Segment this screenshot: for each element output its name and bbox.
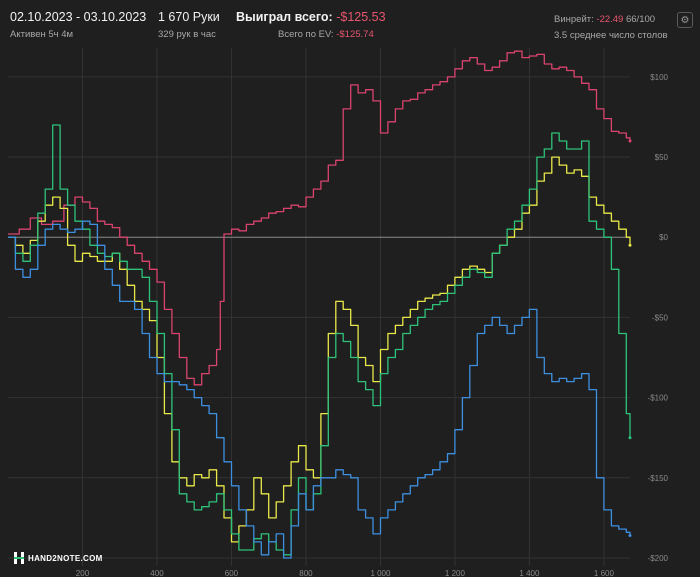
won-value: -$125.53	[336, 10, 386, 24]
y-tick-label: -$150	[648, 474, 669, 483]
x-tick-label: 1 400	[519, 569, 540, 577]
series-line-4	[8, 220, 631, 559]
stats-header: 02.10.2023 - 03.10.2023 Активен 5ч 4м 1 …	[0, 0, 700, 46]
y-tick-label: -$200	[648, 554, 669, 563]
x-tick-label: 600	[225, 569, 239, 577]
hands-block: 1 670 Руки 329 рук в час	[158, 10, 220, 41]
profit-chart: 200 400 600 800 1 000 1 200 1 400 1 600 $100 $50 $…	[8, 48, 669, 577]
series-end-point-1	[628, 139, 632, 143]
winrate-suffix: 66/100	[625, 14, 656, 25]
y-tick-label: $0	[659, 233, 668, 242]
x-tick-label: 200	[76, 569, 90, 577]
x-tick-label: 1 600	[594, 569, 615, 577]
won-label: Выиграл всего:	[236, 10, 333, 24]
winrate-label: Винрейт:	[554, 14, 594, 25]
date-block: 02.10.2023 - 03.10.2023 Активен 5ч 4м	[10, 10, 146, 41]
hands-count: 1 670 Руки	[158, 10, 220, 24]
x-tick-label: 400	[150, 569, 164, 577]
series-end-point-2	[628, 243, 632, 247]
y-tick-label: $100	[650, 73, 668, 82]
won-block: Выиграл всего: -$125.53 Всего по EV: -$1…	[236, 10, 386, 41]
logo-text: HAND2NOTE.COM	[28, 553, 103, 563]
series-end-point-3	[628, 436, 632, 440]
ev-label: Всего по EV:	[278, 29, 334, 40]
chart-area: 200 400 600 800 1 000 1 200 1 400 1 600 $100 $50 $…	[0, 46, 700, 577]
y-tick-label: -$50	[652, 313, 669, 322]
x-tick-label: 1 000	[370, 569, 391, 577]
hand2note-logo-icon	[14, 552, 24, 564]
hand2note-logo: HAND2NOTE.COM	[14, 552, 103, 564]
winrate-value: -22.49	[596, 14, 624, 25]
hands-per-hour: 329 рук в час	[158, 29, 216, 40]
avg-tables: 3.5 среднее число столов	[554, 30, 668, 41]
active-time: Активен 5ч 4м	[10, 29, 74, 40]
series-end-point-4	[628, 534, 632, 538]
y-tick-label: -$100	[648, 394, 669, 403]
date-range: 02.10.2023 - 03.10.2023	[10, 10, 147, 24]
x-tick-label: 1 200	[445, 569, 466, 577]
gear-icon: ⚙	[680, 14, 690, 26]
y-tick-label: $50	[655, 153, 669, 162]
settings-button[interactable]: ⚙	[677, 12, 693, 28]
graph-page: 02.10.2023 - 03.10.2023 Активен 5ч 4м 1 …	[0, 0, 700, 577]
winrate-block: Винрейт: -22.49 66/100 3.5 среднее число…	[554, 13, 668, 42]
ev-value: -$125.74	[336, 29, 374, 40]
x-tick-label: 800	[299, 569, 313, 577]
